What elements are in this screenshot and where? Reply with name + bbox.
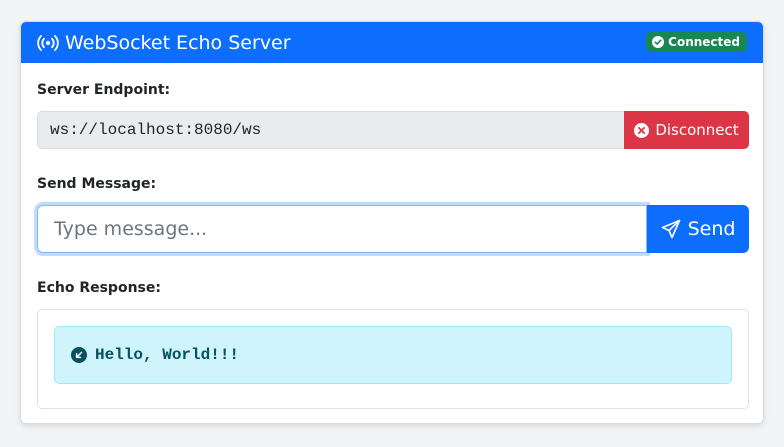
disconnect-button[interactable]: Disconnect [624,111,749,149]
disconnect-label: Disconnect [655,121,739,139]
endpoint-label: Server Endpoint: [37,82,171,98]
card-header: WebSocket Echo Server Connected [21,22,763,63]
arrow-down-left-circle-icon [71,347,87,363]
broadcast-icon [37,34,59,52]
send-group: Send [37,205,749,253]
response-label: Echo Response: [37,280,161,296]
echo-message-text: Hello, World!!! [95,346,240,364]
send-icon [661,219,681,239]
echo-server-card: WebSocket Echo Server Connected Server E… [20,21,764,424]
endpoint-group: ws://localhost:8080/ws Disconnect [37,111,749,149]
response-panel: Hello, World!!! [37,309,749,409]
send-label: Send Message: [37,176,157,192]
x-circle-icon [634,122,650,138]
echo-message-alert: Hello, World!!! [54,326,732,384]
status-badge-label: Connected [668,35,740,49]
send-button[interactable]: Send [647,205,749,253]
message-input[interactable] [37,205,647,253]
status-badge: Connected [646,32,747,52]
header-title-group: WebSocket Echo Server [37,32,291,54]
send-button-label: Send [687,218,736,240]
endpoint-field: ws://localhost:8080/ws [37,111,624,149]
page-title: WebSocket Echo Server [65,31,291,54]
check-circle-icon [652,36,665,48]
